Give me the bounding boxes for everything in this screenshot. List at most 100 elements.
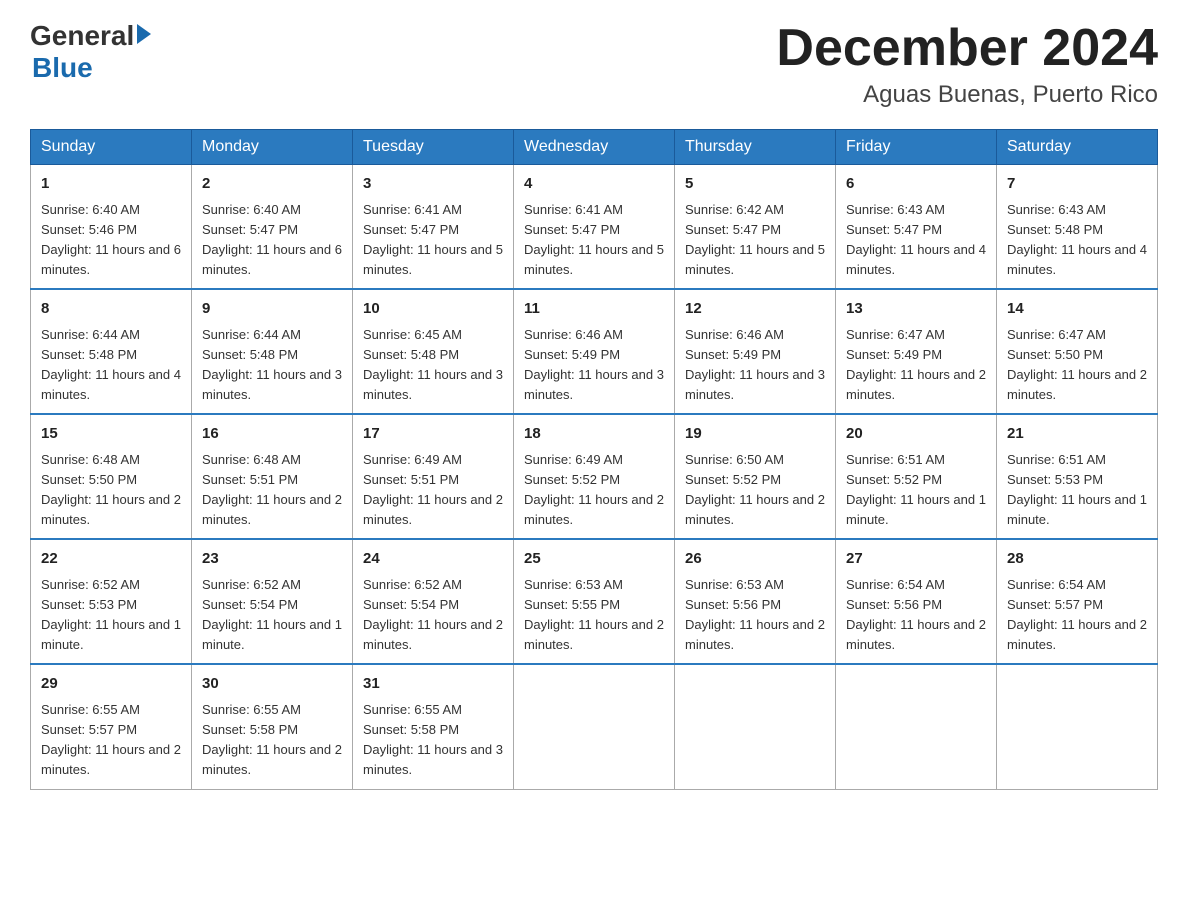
calendar-day-cell: 12 Sunrise: 6:46 AMSunset: 5:49 PMDaylig… xyxy=(675,289,836,414)
calendar-day-cell: 22 Sunrise: 6:52 AMSunset: 5:53 PMDaylig… xyxy=(31,539,192,664)
calendar-day-cell: 16 Sunrise: 6:48 AMSunset: 5:51 PMDaylig… xyxy=(192,414,353,539)
title-area: December 2024 Aguas Buenas, Puerto Rico xyxy=(776,20,1158,109)
calendar-day-cell xyxy=(997,664,1158,789)
month-title: December 2024 xyxy=(776,20,1158,77)
calendar-week-row: 15 Sunrise: 6:48 AMSunset: 5:50 PMDaylig… xyxy=(31,414,1158,539)
day-number: 15 xyxy=(41,423,181,446)
calendar-header-friday: Friday xyxy=(836,130,997,165)
calendar-day-cell: 29 Sunrise: 6:55 AMSunset: 5:57 PMDaylig… xyxy=(31,664,192,789)
day-info: Sunrise: 6:43 AMSunset: 5:48 PMDaylight:… xyxy=(1007,202,1147,277)
day-info: Sunrise: 6:46 AMSunset: 5:49 PMDaylight:… xyxy=(524,327,664,402)
day-info: Sunrise: 6:41 AMSunset: 5:47 PMDaylight:… xyxy=(363,202,503,277)
calendar-day-cell: 21 Sunrise: 6:51 AMSunset: 5:53 PMDaylig… xyxy=(997,414,1158,539)
day-number: 13 xyxy=(846,298,986,321)
day-info: Sunrise: 6:55 AMSunset: 5:58 PMDaylight:… xyxy=(363,702,503,777)
day-number: 2 xyxy=(202,173,342,196)
day-number: 4 xyxy=(524,173,664,196)
day-info: Sunrise: 6:41 AMSunset: 5:47 PMDaylight:… xyxy=(524,202,664,277)
day-info: Sunrise: 6:49 AMSunset: 5:52 PMDaylight:… xyxy=(524,452,664,527)
calendar-week-row: 22 Sunrise: 6:52 AMSunset: 5:53 PMDaylig… xyxy=(31,539,1158,664)
day-info: Sunrise: 6:49 AMSunset: 5:51 PMDaylight:… xyxy=(363,452,503,527)
day-info: Sunrise: 6:52 AMSunset: 5:54 PMDaylight:… xyxy=(363,577,503,652)
day-info: Sunrise: 6:48 AMSunset: 5:50 PMDaylight:… xyxy=(41,452,181,527)
calendar-day-cell: 2 Sunrise: 6:40 AMSunset: 5:47 PMDayligh… xyxy=(192,165,353,290)
day-number: 10 xyxy=(363,298,503,321)
day-number: 27 xyxy=(846,548,986,571)
day-number: 8 xyxy=(41,298,181,321)
calendar-day-cell: 20 Sunrise: 6:51 AMSunset: 5:52 PMDaylig… xyxy=(836,414,997,539)
calendar-day-cell: 19 Sunrise: 6:50 AMSunset: 5:52 PMDaylig… xyxy=(675,414,836,539)
day-number: 28 xyxy=(1007,548,1147,571)
calendar-week-row: 1 Sunrise: 6:40 AMSunset: 5:46 PMDayligh… xyxy=(31,165,1158,290)
day-number: 12 xyxy=(685,298,825,321)
day-info: Sunrise: 6:45 AMSunset: 5:48 PMDaylight:… xyxy=(363,327,503,402)
calendar-day-cell: 14 Sunrise: 6:47 AMSunset: 5:50 PMDaylig… xyxy=(997,289,1158,414)
calendar-day-cell: 13 Sunrise: 6:47 AMSunset: 5:49 PMDaylig… xyxy=(836,289,997,414)
day-number: 17 xyxy=(363,423,503,446)
day-number: 9 xyxy=(202,298,342,321)
day-info: Sunrise: 6:55 AMSunset: 5:57 PMDaylight:… xyxy=(41,702,181,777)
logo-arrow-icon xyxy=(137,24,151,44)
day-number: 18 xyxy=(524,423,664,446)
calendar-header-tuesday: Tuesday xyxy=(353,130,514,165)
calendar-day-cell: 31 Sunrise: 6:55 AMSunset: 5:58 PMDaylig… xyxy=(353,664,514,789)
day-info: Sunrise: 6:54 AMSunset: 5:57 PMDaylight:… xyxy=(1007,577,1147,652)
calendar-day-cell xyxy=(514,664,675,789)
calendar-day-cell: 28 Sunrise: 6:54 AMSunset: 5:57 PMDaylig… xyxy=(997,539,1158,664)
calendar-day-cell: 18 Sunrise: 6:49 AMSunset: 5:52 PMDaylig… xyxy=(514,414,675,539)
day-info: Sunrise: 6:53 AMSunset: 5:55 PMDaylight:… xyxy=(524,577,664,652)
calendar-header-monday: Monday xyxy=(192,130,353,165)
calendar-day-cell: 15 Sunrise: 6:48 AMSunset: 5:50 PMDaylig… xyxy=(31,414,192,539)
calendar-day-cell: 24 Sunrise: 6:52 AMSunset: 5:54 PMDaylig… xyxy=(353,539,514,664)
calendar-day-cell: 11 Sunrise: 6:46 AMSunset: 5:49 PMDaylig… xyxy=(514,289,675,414)
day-info: Sunrise: 6:50 AMSunset: 5:52 PMDaylight:… xyxy=(685,452,825,527)
calendar-day-cell: 5 Sunrise: 6:42 AMSunset: 5:47 PMDayligh… xyxy=(675,165,836,290)
calendar-header-sunday: Sunday xyxy=(31,130,192,165)
day-number: 3 xyxy=(363,173,503,196)
day-info: Sunrise: 6:44 AMSunset: 5:48 PMDaylight:… xyxy=(41,327,181,402)
day-number: 5 xyxy=(685,173,825,196)
calendar-day-cell: 8 Sunrise: 6:44 AMSunset: 5:48 PMDayligh… xyxy=(31,289,192,414)
day-number: 7 xyxy=(1007,173,1147,196)
day-number: 25 xyxy=(524,548,664,571)
calendar-day-cell: 10 Sunrise: 6:45 AMSunset: 5:48 PMDaylig… xyxy=(353,289,514,414)
calendar-header-wednesday: Wednesday xyxy=(514,130,675,165)
calendar-day-cell: 26 Sunrise: 6:53 AMSunset: 5:56 PMDaylig… xyxy=(675,539,836,664)
day-info: Sunrise: 6:51 AMSunset: 5:52 PMDaylight:… xyxy=(846,452,986,527)
logo: General Blue xyxy=(30,20,151,84)
calendar-header-row: SundayMondayTuesdayWednesdayThursdayFrid… xyxy=(31,130,1158,165)
day-number: 20 xyxy=(846,423,986,446)
day-info: Sunrise: 6:43 AMSunset: 5:47 PMDaylight:… xyxy=(846,202,986,277)
day-info: Sunrise: 6:47 AMSunset: 5:49 PMDaylight:… xyxy=(846,327,986,402)
day-number: 6 xyxy=(846,173,986,196)
calendar-week-row: 29 Sunrise: 6:55 AMSunset: 5:57 PMDaylig… xyxy=(31,664,1158,789)
calendar-header-thursday: Thursday xyxy=(675,130,836,165)
day-number: 29 xyxy=(41,673,181,696)
day-info: Sunrise: 6:51 AMSunset: 5:53 PMDaylight:… xyxy=(1007,452,1147,527)
location-title: Aguas Buenas, Puerto Rico xyxy=(776,81,1158,109)
day-number: 30 xyxy=(202,673,342,696)
calendar-header-saturday: Saturday xyxy=(997,130,1158,165)
day-number: 23 xyxy=(202,548,342,571)
page-header: General Blue December 2024 Aguas Buenas,… xyxy=(30,20,1158,109)
day-number: 22 xyxy=(41,548,181,571)
calendar-day-cell xyxy=(675,664,836,789)
day-info: Sunrise: 6:40 AMSunset: 5:46 PMDaylight:… xyxy=(41,202,181,277)
day-number: 11 xyxy=(524,298,664,321)
day-number: 1 xyxy=(41,173,181,196)
calendar-day-cell: 7 Sunrise: 6:43 AMSunset: 5:48 PMDayligh… xyxy=(997,165,1158,290)
calendar-day-cell: 23 Sunrise: 6:52 AMSunset: 5:54 PMDaylig… xyxy=(192,539,353,664)
calendar-day-cell: 27 Sunrise: 6:54 AMSunset: 5:56 PMDaylig… xyxy=(836,539,997,664)
day-info: Sunrise: 6:52 AMSunset: 5:54 PMDaylight:… xyxy=(202,577,342,652)
day-info: Sunrise: 6:55 AMSunset: 5:58 PMDaylight:… xyxy=(202,702,342,777)
calendar-day-cell: 6 Sunrise: 6:43 AMSunset: 5:47 PMDayligh… xyxy=(836,165,997,290)
day-info: Sunrise: 6:42 AMSunset: 5:47 PMDaylight:… xyxy=(685,202,825,277)
day-info: Sunrise: 6:54 AMSunset: 5:56 PMDaylight:… xyxy=(846,577,986,652)
day-number: 26 xyxy=(685,548,825,571)
calendar-day-cell: 1 Sunrise: 6:40 AMSunset: 5:46 PMDayligh… xyxy=(31,165,192,290)
day-number: 21 xyxy=(1007,423,1147,446)
day-number: 14 xyxy=(1007,298,1147,321)
calendar-day-cell: 9 Sunrise: 6:44 AMSunset: 5:48 PMDayligh… xyxy=(192,289,353,414)
day-info: Sunrise: 6:53 AMSunset: 5:56 PMDaylight:… xyxy=(685,577,825,652)
day-info: Sunrise: 6:46 AMSunset: 5:49 PMDaylight:… xyxy=(685,327,825,402)
